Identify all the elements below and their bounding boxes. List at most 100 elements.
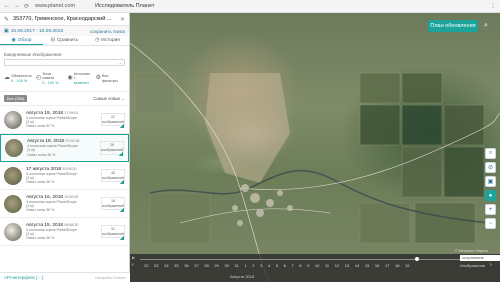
- timeline-tick[interactable]: 6: [284, 263, 286, 268]
- list-item[interactable]: Августа 19, 2018 17:09:01 4 полосная сце…: [0, 106, 129, 135]
- reload-icon[interactable]: ⟳: [24, 3, 29, 10]
- forward-icon[interactable]: →: [14, 3, 20, 10]
- timeline-tick[interactable]: 16: [375, 263, 379, 268]
- timeline-tick[interactable]: 12: [335, 263, 339, 268]
- scene-time: 10:06:20: [62, 166, 77, 171]
- all-count-badge[interactable]: Все (356): [4, 95, 28, 103]
- filter-label: Зона охвата: [42, 72, 55, 81]
- draw-icon[interactable]: ⊘: [485, 162, 496, 173]
- timeline-tick[interactable]: 23: [154, 263, 158, 268]
- timeline-bar[interactable]: ▶ ‹ 22 23 24 25 26 27 28 29 30 31 1 2 3 4 5 6 7 8 9 10 11 12 1…: [130, 254, 500, 282]
- scene-coverage: Охват зоны 36 %: [26, 208, 55, 213]
- tab-history[interactable]: ◷ История: [86, 36, 129, 45]
- filter-icon: ⚙: [95, 75, 101, 82]
- scene-coverage: Охват зоны 36 %: [26, 236, 55, 241]
- chevron-down-icon: ⌄: [118, 60, 122, 65]
- filter-value: 0 - 100 %: [42, 80, 59, 85]
- all-filters[interactable]: ⚙ Все фильтры: [96, 74, 125, 83]
- timeline-tick[interactable]: 17: [385, 263, 389, 268]
- location-title: 353770, Гривенское, Краснодарский ...: [13, 16, 112, 22]
- timeline-tick[interactable]: 4: [268, 263, 270, 268]
- timeline-tick[interactable]: 7: [291, 263, 293, 268]
- layers-icon[interactable]: ▣: [485, 176, 496, 187]
- tab-compare[interactable]: ⊟ Сравнить: [43, 36, 86, 45]
- browser-nav: ← → ⟳: [4, 3, 29, 10]
- timeline-tick[interactable]: 3: [260, 263, 262, 268]
- timeline-tick[interactable]: 13: [345, 263, 349, 268]
- count-value: 26: [110, 143, 114, 148]
- url-bar[interactable]: www.planet.com: [35, 3, 75, 9]
- search-icon[interactable]: ⌕: [484, 22, 488, 30]
- map-imagery: [130, 42, 500, 282]
- timeline-tick[interactable]: 27: [194, 263, 198, 268]
- zoom-in-icon[interactable]: +: [485, 204, 496, 215]
- scene-coverage: Охват зоны 36 %: [26, 180, 55, 185]
- back-icon[interactable]: ←: [4, 3, 10, 10]
- timeline-tick[interactable]: 29: [214, 263, 218, 268]
- api-bar: API-интерфейс {···} Настройки Планет: [0, 272, 130, 282]
- scene-date: 17 августа 2018: [26, 166, 62, 172]
- corner-marker: [120, 208, 124, 213]
- timeline-tick[interactable]: 1: [244, 263, 246, 268]
- settings-link[interactable]: Настройки Планет: [95, 276, 126, 280]
- browser-menu-icon[interactable]: ⋮: [490, 2, 496, 9]
- list-item[interactable]: Августа 18, 2018 07:02:16 4 полосная сце…: [0, 134, 129, 163]
- timeline-tick[interactable]: 19: [405, 263, 409, 268]
- tabs: ◉ Обзор ⊟ Сравнить ◷ История: [0, 36, 129, 46]
- timeline-tick[interactable]: 31: [234, 263, 238, 268]
- list-header: Все (356) Самые новые ⌄: [0, 92, 129, 107]
- timeline-tick[interactable]: 2: [252, 263, 254, 268]
- timeline-save[interactable]: сохранение: [460, 255, 500, 261]
- timeline-tick[interactable]: 8: [299, 263, 301, 268]
- timeline-next-icon[interactable]: ›: [490, 262, 492, 268]
- count-value: 18: [111, 198, 115, 203]
- list-item[interactable]: Августа 15, 2018 08:58:30 4 полосная сце…: [0, 218, 129, 247]
- timeline-tick[interactable]: 30: [224, 263, 228, 268]
- scene-time: 07:02:16: [65, 139, 80, 144]
- map-toolbar: ⌕ ⊘ ▣ ● + −: [485, 148, 496, 229]
- list-item[interactable]: 17 августа 2018 10:06:20 4 полосная сцен…: [0, 162, 129, 191]
- scene-date: Августа 16, 2018: [26, 194, 64, 200]
- timeline-tick[interactable]: 9: [307, 263, 309, 268]
- timeline-tick[interactable]: 25: [174, 263, 178, 268]
- cloud-filter[interactable]: ☁ Облачность 0 - 100 %: [4, 74, 32, 83]
- scene-date: Августа 19, 2018: [26, 110, 64, 116]
- sort-select[interactable]: Самые новые ⌄: [93, 96, 125, 101]
- satellite-map[interactable]: [130, 13, 500, 282]
- update-plan-button[interactable]: План обновления: [428, 20, 478, 32]
- calendar-icon[interactable]: ▣: [4, 28, 9, 34]
- filter-value: 0 - 100 %: [11, 78, 28, 83]
- timeline-tick[interactable]: 15: [365, 263, 369, 268]
- location-icon[interactable]: ●: [485, 190, 496, 201]
- scene-coverage: Охват зоны 36 %: [27, 152, 56, 157]
- imagery-select[interactable]: ⌄: [4, 59, 125, 66]
- count-label: изображений: [102, 203, 125, 208]
- timeline-tick[interactable]: 10: [315, 263, 319, 268]
- play-icon[interactable]: ▶: [132, 255, 135, 260]
- timeline-prev-icon[interactable]: ‹: [132, 262, 134, 268]
- imagery-section-label: Ежедневные Изображения: [4, 52, 62, 57]
- edit-icon[interactable]: ✎: [4, 16, 9, 23]
- coverage-filter[interactable]: ◴ Зона охвата 0 - 100 %: [36, 72, 63, 85]
- timeline-tick[interactable]: 14: [355, 263, 359, 268]
- timeline-tick[interactable]: 18: [395, 263, 399, 268]
- tab-overview[interactable]: ◉ Обзор: [0, 36, 43, 45]
- timeline-tick[interactable]: 28: [204, 263, 208, 268]
- search-icon[interactable]: ⌕: [485, 148, 496, 159]
- coverage-icon: ◴: [36, 75, 42, 82]
- scene-thumbnail: [4, 222, 22, 241]
- timeline-tick[interactable]: 26: [184, 263, 188, 268]
- timeline-tick[interactable]: 22: [144, 263, 148, 268]
- zoom-out-icon[interactable]: −: [485, 218, 496, 229]
- source-filter[interactable]: ◉ Источник 1 включен: [67, 72, 91, 85]
- timeline-tick[interactable]: 11: [325, 263, 329, 268]
- date-range[interactable]: 15.08.2017 - 15.08.2018: [11, 29, 63, 34]
- scene-time: 08:58:30: [64, 222, 79, 227]
- timeline-marker[interactable]: [415, 257, 419, 261]
- save-search-link[interactable]: сохранить поиск: [90, 29, 125, 34]
- api-link[interactable]: API-интерфейс {···}: [4, 275, 44, 280]
- timeline-tick[interactable]: 24: [164, 263, 168, 268]
- close-icon[interactable]: ✕: [120, 16, 125, 23]
- timeline-tick[interactable]: 5: [276, 263, 278, 268]
- list-item[interactable]: Августа 16, 2018 10:00:09 4 полосная сце…: [0, 190, 129, 219]
